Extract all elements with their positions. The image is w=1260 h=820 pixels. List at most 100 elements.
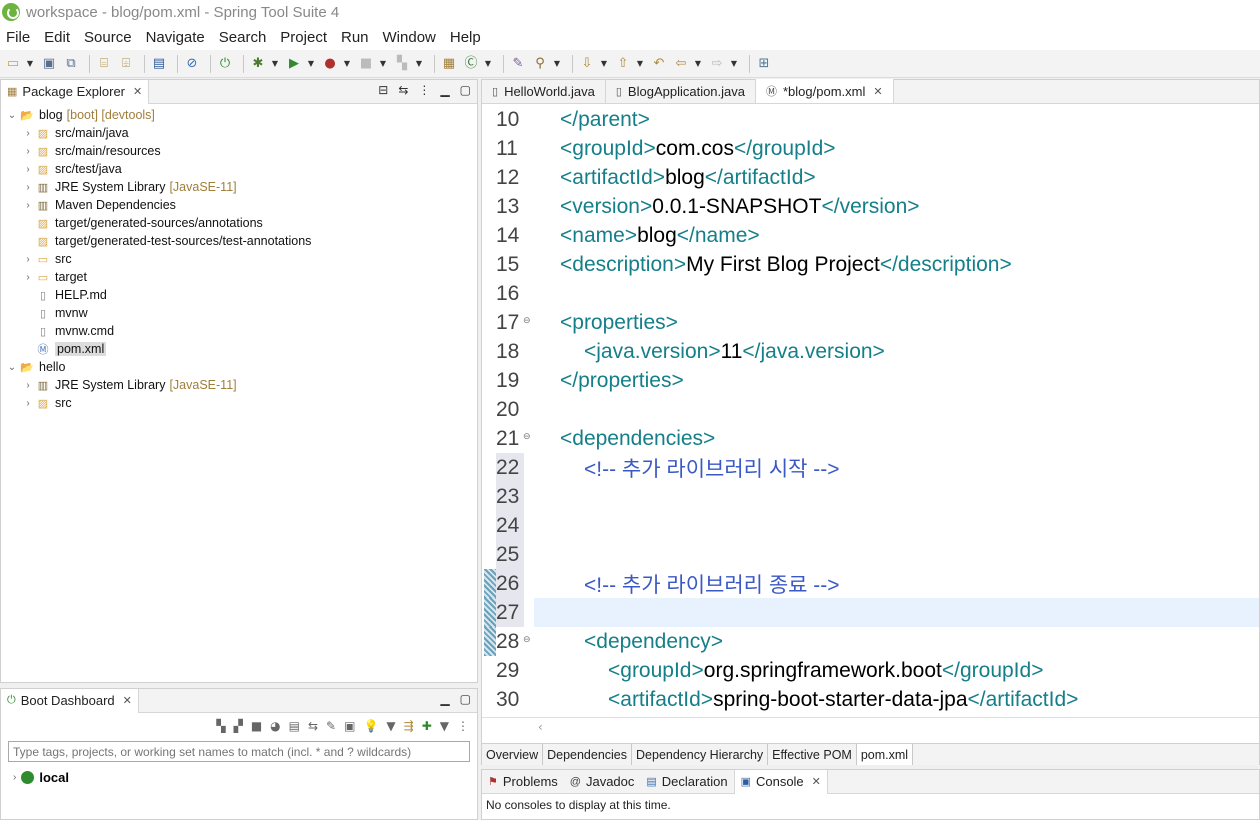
menu-project[interactable]: Project bbox=[280, 29, 327, 46]
edit-icon[interactable]: ✎ bbox=[326, 719, 336, 733]
local-target-node[interactable]: › local bbox=[1, 770, 477, 785]
chevron-right-icon[interactable]: › bbox=[21, 398, 35, 409]
tree-item[interactable]: › ▥ JRE System Library [JavaSE-11] bbox=[1, 376, 477, 394]
open-resource-icon[interactable]: ⌹ bbox=[117, 55, 135, 73]
code-line[interactable]: 23 bbox=[482, 482, 1259, 511]
tree-item[interactable]: › ▨ src bbox=[1, 394, 477, 412]
chevron-right-icon[interactable]: › bbox=[21, 182, 35, 193]
coverage-icon[interactable]: ● bbox=[321, 55, 339, 73]
tree-item[interactable]: ▯ mvnw.cmd bbox=[1, 322, 477, 340]
terminal-icon[interactable]: ▤ bbox=[150, 55, 168, 73]
code-line[interactable]: 29 <groupId>org.springframework.boot</gro… bbox=[482, 656, 1259, 685]
properties-icon[interactable]: ▣ bbox=[344, 719, 355, 733]
new-class-dropdown-icon[interactable]: ▼ bbox=[484, 55, 492, 73]
stop-icon[interactable]: ■ bbox=[251, 719, 262, 733]
tree-item[interactable]: ⌄ 📂 hello bbox=[1, 358, 477, 376]
menu-edit[interactable]: Edit bbox=[44, 29, 70, 46]
fold-toggle-icon[interactable]: ⊖ bbox=[523, 635, 531, 645]
minimize-icon[interactable]: ▁ bbox=[440, 692, 449, 706]
code-line[interactable]: 12 <artifactId>blog</artifactId> bbox=[482, 163, 1259, 192]
next-annotation-icon[interactable]: ⇩ bbox=[578, 55, 596, 73]
next-annotation-dropdown-icon[interactable]: ▼ bbox=[600, 55, 608, 73]
stop-dropdown-icon[interactable]: ▼ bbox=[379, 55, 387, 73]
chevron-down-icon[interactable]: ⌄ bbox=[5, 110, 19, 121]
expose-icon[interactable]: ⇆ bbox=[308, 719, 318, 733]
previous-annotation-dropdown-icon[interactable]: ▼ bbox=[636, 55, 644, 73]
save-icon[interactable]: ▣ bbox=[40, 55, 58, 73]
chevron-right-icon[interactable]: › bbox=[21, 272, 35, 283]
search-dropdown-icon[interactable]: ▼ bbox=[553, 55, 561, 73]
add-icon[interactable]: ✚ bbox=[422, 719, 432, 733]
debug-dropdown-icon[interactable]: ▼ bbox=[271, 55, 279, 73]
tab-pom-xml[interactable]: Ⓜ *blog/pom.xml ✕ bbox=[756, 79, 894, 103]
menu-file[interactable]: File bbox=[6, 29, 30, 46]
pause-icon[interactable]: ◕ bbox=[270, 719, 280, 733]
coverage-dropdown-icon[interactable]: ▼ bbox=[343, 55, 351, 73]
new-icon[interactable]: ▭ bbox=[4, 55, 22, 73]
boot-dashboard-filter-input[interactable] bbox=[8, 741, 470, 762]
collapse-all-icon[interactable]: ⊟ bbox=[378, 83, 388, 97]
maximize-icon[interactable]: ▢ bbox=[460, 83, 471, 97]
tab-helloworld-java[interactable]: ▯ HelloWorld.java bbox=[482, 79, 606, 103]
previous-annotation-icon[interactable]: ⇧ bbox=[614, 55, 632, 73]
close-icon[interactable]: ✕ bbox=[812, 775, 821, 788]
menu-source[interactable]: Source bbox=[84, 29, 132, 46]
chevron-right-icon[interactable]: › bbox=[21, 128, 35, 139]
pom-tab[interactable]: Dependencies bbox=[543, 744, 633, 765]
menu-navigate[interactable]: Navigate bbox=[146, 29, 205, 46]
new-java-class-icon[interactable]: Ⓒ bbox=[462, 55, 480, 73]
last-edit-location-icon[interactable]: ↶ bbox=[650, 55, 668, 73]
code-line[interactable]: 18 <java.version>11</java.version> bbox=[482, 337, 1259, 366]
close-icon[interactable]: ✕ bbox=[123, 694, 132, 707]
save-all-icon[interactable]: ⧉ bbox=[62, 55, 80, 73]
new-dropdown-icon[interactable]: ▼ bbox=[26, 55, 34, 73]
tree-item[interactable]: Ⓜpom.xml bbox=[1, 340, 477, 358]
pom-tab[interactable]: Overview bbox=[482, 744, 544, 765]
maximize-icon[interactable]: ▢ bbox=[460, 692, 471, 706]
code-line[interactable]: 25 bbox=[482, 540, 1259, 569]
view-menu-icon[interactable]: ⋮ bbox=[457, 719, 469, 733]
link-icon[interactable]: ⇶ bbox=[404, 719, 414, 733]
lightbulb-icon[interactable]: 💡 bbox=[363, 719, 378, 733]
pom-tab[interactable]: Dependency Hierarchy bbox=[632, 744, 769, 765]
chevron-right-icon[interactable]: › bbox=[21, 164, 35, 175]
tab-boot-dashboard[interactable]: ⏻ Boot Dashboard ✕ bbox=[1, 688, 139, 713]
chevron-right-icon[interactable]: › bbox=[21, 200, 35, 211]
boot-relaunch-icon[interactable]: ⏻ bbox=[216, 55, 234, 73]
fold-toggle-icon[interactable]: ⊖ bbox=[523, 432, 531, 442]
chevron-right-icon[interactable]: › bbox=[21, 146, 35, 157]
view-menu-icon[interactable]: ⋮ bbox=[418, 83, 430, 97]
horizontal-scrollbar[interactable]: ‹ bbox=[482, 717, 1259, 743]
open-task-icon[interactable]: ✎ bbox=[509, 55, 527, 73]
back-dropdown-icon[interactable]: ▼ bbox=[694, 55, 702, 73]
tree-item[interactable]: ▯ HELP.md bbox=[1, 286, 477, 304]
pom-tab[interactable]: pom.xml bbox=[856, 744, 914, 765]
external-tools-icon[interactable]: ▚ bbox=[393, 55, 411, 73]
forward-dropdown-icon[interactable]: ▼ bbox=[730, 55, 738, 73]
tree-item[interactable]: ▨ target/generated-test-sources/test-anno… bbox=[1, 232, 477, 250]
menu-search[interactable]: Search bbox=[219, 29, 267, 46]
code-line[interactable]: 27 bbox=[482, 598, 1259, 627]
restart-icon[interactable]: ▞ bbox=[234, 719, 243, 733]
filter-dropdown-icon[interactable]: ▼ bbox=[386, 719, 395, 733]
code-line[interactable]: 30 <artifactId>spring-boot-starter-data-j… bbox=[482, 685, 1259, 714]
code-line[interactable]: 22 <!-- 추가 라이브러리 시작 --> bbox=[482, 453, 1259, 482]
code-line[interactable]: 17 ⊖ <properties> bbox=[482, 308, 1259, 337]
code-line[interactable]: 21 ⊖ <dependencies> bbox=[482, 424, 1259, 453]
open-perspective-icon[interactable]: ⊞ bbox=[755, 55, 773, 73]
code-line[interactable]: 20 bbox=[482, 395, 1259, 424]
scroll-left-icon[interactable]: ‹ bbox=[538, 720, 543, 734]
back-icon[interactable]: ⇦ bbox=[672, 55, 690, 73]
external-tools-dropdown-icon[interactable]: ▼ bbox=[415, 55, 423, 73]
tree-item[interactable]: › ▭ target bbox=[1, 268, 477, 286]
search-icon[interactable]: ⚲ bbox=[531, 55, 549, 73]
tree-item[interactable]: › ▥ JRE System Library [JavaSE-11] bbox=[1, 178, 477, 196]
tree-item[interactable]: ⌄ 📂 blog [boot] [devtools] bbox=[1, 106, 477, 124]
link-with-editor-icon[interactable]: ⇆ bbox=[398, 83, 408, 97]
code-line[interactable]: 19 </properties> bbox=[482, 366, 1259, 395]
tab-declaration[interactable]: ▤ Declaration bbox=[640, 770, 733, 794]
minimize-icon[interactable]: ▁ bbox=[440, 83, 449, 97]
code-line[interactable]: 10 </parent> bbox=[482, 105, 1259, 134]
add-dropdown-icon[interactable]: ▼ bbox=[440, 719, 449, 733]
run-icon[interactable]: ▶ bbox=[285, 55, 303, 73]
